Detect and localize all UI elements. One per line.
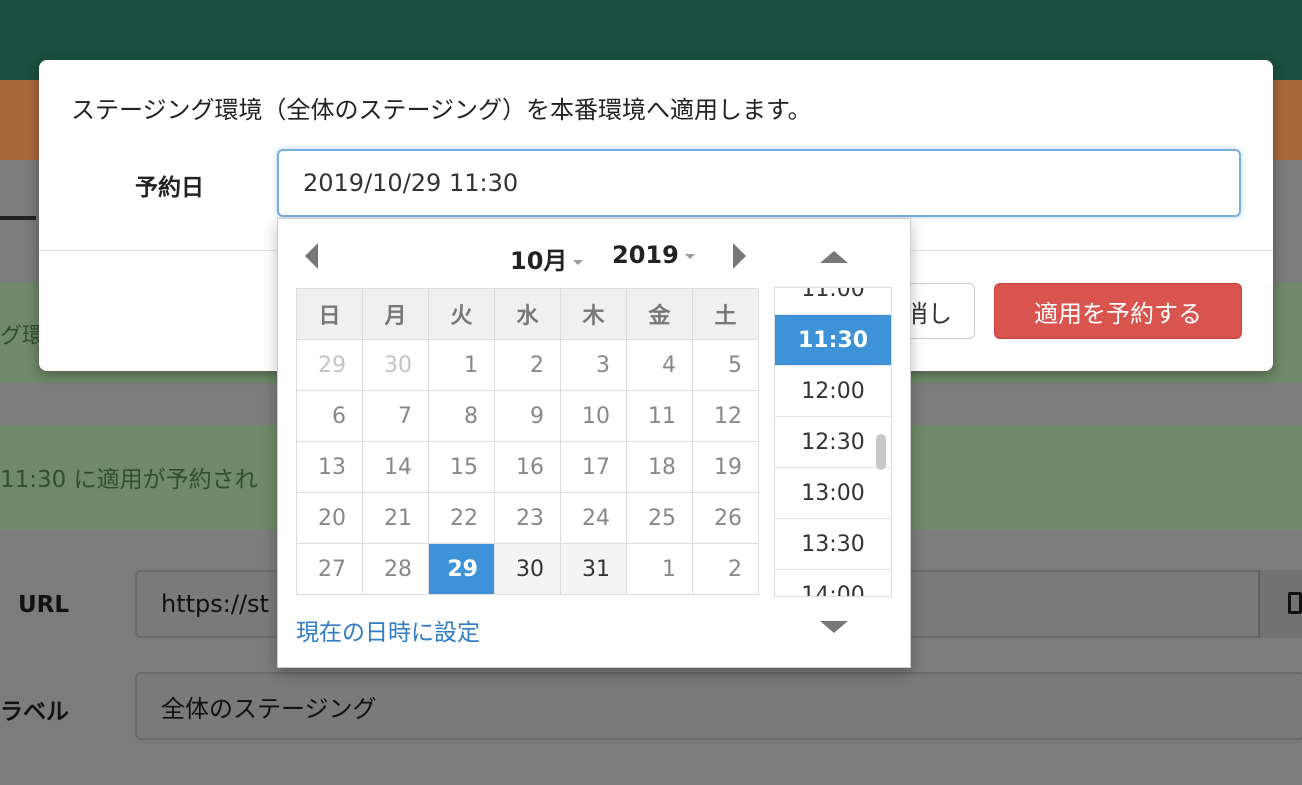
weekday-header: 日 (296, 288, 363, 340)
calendar-day[interactable]: 24 (560, 492, 627, 544)
calendar-day[interactable]: 10 (560, 390, 627, 442)
modal-message: ステージング環境（全体のステージング）を本番環境へ適用します。 (71, 96, 812, 124)
calendar-day[interactable]: 26 (692, 492, 759, 544)
calendar-day[interactable]: 23 (494, 492, 561, 544)
calendar-day[interactable]: 1 (626, 543, 693, 595)
calendar-day[interactable]: 18 (626, 441, 693, 493)
time-option[interactable]: 11:00 (775, 288, 891, 315)
calendar-week-row: 29 30 1 2 3 4 5 (296, 339, 759, 391)
calendar-day[interactable]: 22 (428, 492, 495, 544)
calendar-day[interactable]: 28 (362, 543, 429, 595)
calendar-day[interactable]: 6 (296, 390, 363, 442)
time-list[interactable]: 11:00 11:30 12:00 12:30 13:00 13:30 14:0… (774, 287, 892, 597)
calendar-grid: 日 月 火 水 木 金 土 29 30 1 2 3 4 5 6 7 8 9 10… (296, 288, 759, 595)
schedule-apply-button[interactable]: 適用を予約する (994, 283, 1242, 339)
calendar-day-other-month[interactable]: 30 (362, 339, 429, 391)
reservation-date-label: 予約日 (135, 175, 204, 201)
time-option[interactable]: 13:00 (775, 468, 891, 519)
chevron-down-icon (684, 253, 695, 259)
month-label: 10月 (510, 247, 568, 275)
calendar-day[interactable]: 13 (296, 441, 363, 493)
calendar-day-selected[interactable]: 29 (428, 543, 495, 595)
calendar-day[interactable]: 15 (428, 441, 495, 493)
calendar-day[interactable]: 21 (362, 492, 429, 544)
calendar-day[interactable]: 4 (626, 339, 693, 391)
weekday-header: 金 (626, 288, 693, 340)
calendar-day[interactable]: 11 (626, 390, 693, 442)
calendar-day-available[interactable]: 30 (494, 543, 561, 595)
calendar-day[interactable]: 14 (362, 441, 429, 493)
label-label: ラベル (0, 699, 69, 725)
calendar-day-other-month[interactable]: 29 (296, 339, 363, 391)
calendar-day[interactable]: 3 (560, 339, 627, 391)
calendar-day-available[interactable]: 31 (560, 543, 627, 595)
time-scroll-down-icon[interactable] (820, 621, 848, 633)
calendar-day[interactable]: 5 (692, 339, 759, 391)
weekday-header: 水 (494, 288, 561, 340)
calendar-day[interactable]: 20 (296, 492, 363, 544)
reservation-date-input[interactable]: 2019/10/29 11:30 (277, 149, 1241, 217)
url-label: URL (18, 592, 70, 618)
calendar-day[interactable]: 2 (692, 543, 759, 595)
year-label: 2019 (612, 241, 679, 269)
time-list-scrollbar[interactable] (876, 434, 886, 470)
calendar-week-row: 6 7 8 9 10 11 12 (296, 390, 759, 442)
weekday-header: 月 (362, 288, 429, 340)
info-banner-text: グ環 (0, 324, 45, 349)
page-title-fragment (0, 216, 36, 220)
calendar-day[interactable]: 9 (494, 390, 561, 442)
copy-icon (1288, 592, 1302, 614)
calendar-day[interactable]: 17 (560, 441, 627, 493)
time-option-selected[interactable]: 11:30 (775, 315, 891, 366)
calendar-day[interactable]: 27 (296, 543, 363, 595)
datetime-picker: 10月 2019 日 月 火 水 木 金 土 29 30 1 2 3 4 5 6… (277, 218, 911, 668)
calendar-day[interactable]: 12 (692, 390, 759, 442)
calendar-day[interactable]: 2 (494, 339, 561, 391)
calendar-day[interactable]: 7 (362, 390, 429, 442)
weekday-header: 土 (692, 288, 759, 340)
next-month-icon[interactable] (733, 243, 746, 269)
set-current-datetime-link[interactable]: 現在の日時に設定 (296, 613, 480, 647)
year-select[interactable]: 2019 (612, 241, 695, 269)
success-banner-text: 11:30 に適用が予約され (0, 467, 258, 493)
time-option[interactable]: 13:30 (775, 519, 891, 570)
month-select[interactable]: 10月 (510, 241, 584, 276)
weekday-header: 火 (428, 288, 495, 340)
time-option[interactable]: 12:00 (775, 366, 891, 417)
time-scroll-up-icon[interactable] (820, 251, 848, 263)
chevron-down-icon (573, 259, 584, 265)
calendar-day[interactable]: 19 (692, 441, 759, 493)
weekday-header-row: 日 月 火 水 木 金 土 (296, 288, 759, 340)
calendar-day[interactable]: 25 (626, 492, 693, 544)
weekday-header: 木 (560, 288, 627, 340)
copy-url-button[interactable] (1258, 570, 1302, 638)
calendar-day[interactable]: 1 (428, 339, 495, 391)
calendar-day[interactable]: 8 (428, 390, 495, 442)
calendar-day[interactable]: 16 (494, 441, 561, 493)
calendar-week-row: 20 21 22 23 24 25 26 (296, 492, 759, 544)
previous-month-icon[interactable] (305, 243, 318, 269)
time-option[interactable]: 12:30 (775, 417, 891, 468)
calendar-week-row: 27 28 29 30 31 1 2 (296, 543, 759, 595)
label-field[interactable]: 全体のステージング (135, 672, 1302, 740)
time-option[interactable]: 14:00 (775, 570, 891, 596)
calendar-week-row: 13 14 15 16 17 18 19 (296, 441, 759, 493)
